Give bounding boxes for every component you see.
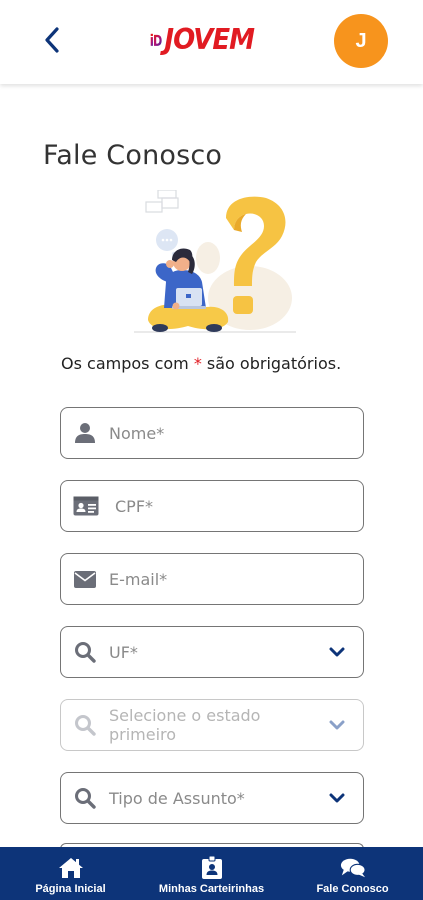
email-placeholder: E-mail*: [109, 569, 168, 589]
search-icon: [73, 640, 97, 664]
user-icon: [73, 421, 97, 445]
window-lines-icon: [145, 190, 179, 213]
app-header: JOVEM J: [0, 0, 423, 84]
chevron-down-icon: [327, 715, 347, 735]
email-field[interactable]: E-mail*: [60, 553, 364, 605]
logo-wordmark: JOVEM: [164, 23, 255, 57]
city-placeholder: Selecione o estado primeiro: [109, 706, 261, 744]
fale-conosco-screen: JOVEM J Fale Conosco Os campos com * são…: [0, 0, 423, 900]
search-icon: [73, 713, 97, 737]
back-button[interactable]: [34, 20, 70, 60]
uf-placeholder: UF*: [109, 642, 138, 662]
required-note-suffix: são obrigatórios.: [201, 354, 342, 373]
required-asterisk: *: [193, 354, 202, 373]
subject-type-placeholder: Tipo de Assunto*: [109, 788, 245, 808]
question-dot-icon: [233, 296, 253, 314]
subject-type-select[interactable]: Tipo de Assunto*: [60, 772, 364, 824]
nav-label-contact: Fale Conosco: [316, 883, 389, 895]
home-icon: [58, 856, 84, 880]
name-field[interactable]: Nome*: [60, 407, 364, 459]
cpf-placeholder: CPF*: [115, 496, 154, 516]
search-icon: [73, 786, 97, 810]
chat-bubbles-icon: [340, 856, 366, 880]
nav-item-home[interactable]: Página Inicial: [0, 847, 141, 900]
cpf-field[interactable]: CPF*: [60, 480, 364, 532]
id-logo-mark-icon: [150, 33, 162, 46]
nav-label-cards: Minhas Carteirinhas: [158, 883, 265, 895]
chevron-down-icon: [327, 642, 347, 662]
question-illustration: [134, 190, 296, 333]
nav-label-home: Página Inicial: [35, 883, 106, 895]
user-avatar[interactable]: J: [334, 14, 388, 68]
envelope-icon: [73, 567, 97, 591]
nav-item-contact[interactable]: Fale Conosco: [282, 847, 423, 900]
chevron-down-icon: [327, 788, 347, 808]
id-card-icon: [73, 494, 99, 518]
required-note-prefix: Os campos com: [61, 354, 194, 373]
nav-item-cards[interactable]: Minhas Carteirinhas: [141, 847, 282, 900]
name-placeholder: Nome*: [109, 423, 165, 443]
chevron-left-icon: [45, 27, 59, 53]
thought-bubble-icon: [156, 229, 178, 257]
uf-select[interactable]: UF*: [60, 626, 364, 678]
page-title: Fale Conosco: [43, 140, 223, 171]
id-jovem-logo: JOVEM: [150, 20, 255, 60]
city-select[interactable]: Selecione o estado primeiro: [60, 699, 364, 751]
required-fields-note: Os campos com * são obrigatórios.: [61, 354, 341, 373]
id-badge-icon: [199, 856, 225, 880]
bottom-navigation: Página Inicial Minhas Carteirinhas Fale …: [0, 847, 423, 900]
